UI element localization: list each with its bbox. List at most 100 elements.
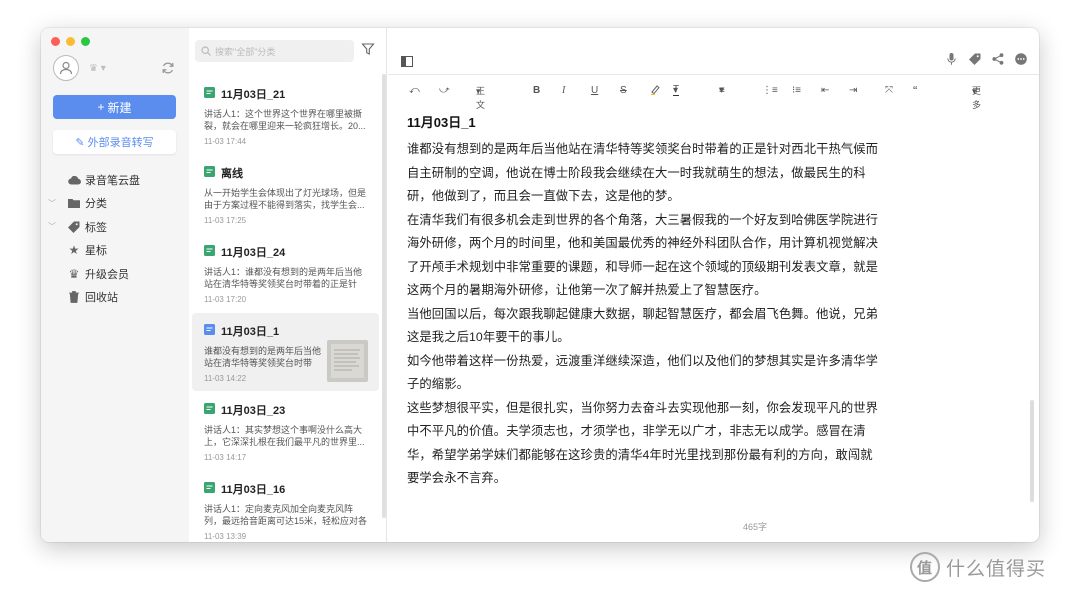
watermark-logo: 值 [910, 552, 940, 582]
note-date: 11-03 17:25 [204, 216, 247, 225]
editor-panel: ⤺ ⤻ 正文 ▾ B I U S T ▾ ≡ ▾ ⋮≡ ⁝≡ ⇤ ⇥ ⤧ “ 更多 ▾ … [388, 28, 1039, 542]
sidebar-item-tags[interactable]: ﹀ 标签 [41, 215, 189, 239]
watermark-text: 什么值得买 [946, 558, 1047, 580]
document-paragraph[interactable]: 如今他带着这样一份热爱，远渡重洋继续深造，他们以及他们的梦想其实是许多清华学子的… [407, 350, 879, 397]
editor-scrollbar[interactable] [1030, 400, 1034, 502]
note-title: 11月03日_21 [221, 89, 286, 101]
sidebar-item-trash[interactable]: 回收站 [41, 286, 189, 310]
highlight-icon[interactable] [650, 84, 661, 95]
toggle-sidebar-button[interactable] [401, 54, 413, 72]
underline-icon[interactable]: U [591, 84, 598, 98]
folder-icon [63, 198, 85, 209]
note-date: 11-03 17:20 [204, 295, 247, 304]
undo-icon[interactable]: ⤺ [409, 84, 420, 98]
document-paragraph[interactable]: 当他回国以后，每次跟我聊起健康大数据，聊起智慧医疗，都会眉飞色舞。他说，兄弟这是… [407, 303, 879, 350]
sidebar-item-star[interactable]: ★ 星标 [41, 239, 189, 263]
document-paragraph[interactable]: 这些梦想很平实，但是很扎实，当你努力去奋斗去实现他那一刻，你会发现平凡的世界中不… [407, 397, 879, 491]
sidebar: ♛ ▾ + 新建 ✎ 外部录音转写 录音笔云盘 ﹀ 分类 ﹀ 标签 ★ 星标 ♛… [41, 28, 189, 542]
quote-icon[interactable]: “ [913, 84, 917, 98]
sync-button[interactable] [161, 61, 175, 78]
note-snippet: 从一开始学生会体现出了灯光球场，但是由于方案过程不能得到落实，找学生会... [204, 188, 367, 210]
list-item-selected[interactable]: 11月03日_1 谁都没有想到的是两年后当他站在清华特等奖领奖台时带着... 1… [192, 313, 379, 391]
watermark: 值 什么值得买 [910, 552, 1046, 582]
sidebar-item-label: 分类 [85, 198, 107, 211]
user-icon [59, 61, 73, 75]
vip-dropdown[interactable]: ♛ ▾ [89, 63, 106, 74]
redo-icon[interactable]: ⤻ [439, 84, 450, 98]
note-icon [204, 403, 215, 417]
note-snippet: 讲话人1：谁都没有想到的是两年后当他站在清华特等奖领奖台时带着的正是针对... [204, 267, 363, 289]
chevron-down-icon[interactable]: ﹀ [41, 198, 63, 209]
list-item[interactable]: 11月03日_21 讲话人1：这个世界这个世界在哪里被撕裂，就会在哪里迎来一轮疯… [192, 76, 379, 154]
minimize-window-button[interactable] [66, 37, 75, 46]
note-snippet: 讲话人1：定向麦克风加全向麦克风阵列，最远拾音距离可达15米，轻松应对各种... [204, 504, 367, 526]
tag-icon[interactable] [968, 52, 981, 65]
note-icon [204, 324, 215, 338]
document-paragraph[interactable]: 谁都没有想到的是两年后当他站在清华特等奖领奖台时带着的正是针对西北干热气候而自主… [407, 138, 879, 209]
sidebar-nav: 录音笔云盘 ﹀ 分类 ﹀ 标签 ★ 星标 ♛ 升级会员 回收站 [41, 168, 189, 309]
window-controls [51, 37, 90, 46]
more-options-icon[interactable] [1014, 52, 1027, 65]
sidebar-item-label: 录音笔云盘 [85, 174, 140, 187]
crown-icon: ♛ [89, 63, 98, 74]
note-list-scrollbar[interactable] [382, 74, 386, 518]
note-icon [204, 245, 215, 259]
close-window-button[interactable] [51, 37, 60, 46]
ordered-list-icon[interactable]: ⋮≡ [762, 84, 778, 98]
sidebar-toggle-icon [401, 56, 413, 67]
outdent-icon[interactable]: ⇤ [821, 84, 829, 98]
document-paragraph[interactable]: 在清华我们有很多机会走到世界的各个角落，大三暑假我的一个好友到哈佛医学院进行海外… [407, 209, 879, 303]
list-item[interactable]: 11月03日_16 讲话人1：定向麦克风加全向麦克风阵列，最远拾音距离可达15米… [192, 471, 379, 542]
sidebar-item-label: 升级会员 [85, 268, 129, 281]
search-input[interactable]: 搜索"全部"分类 [195, 40, 354, 62]
bold-icon[interactable]: B [533, 84, 540, 98]
caret-down-icon: ▾ [673, 85, 679, 96]
indent-icon[interactable]: ⇥ [849, 84, 857, 98]
star-icon: ★ [68, 243, 80, 258]
share-icon[interactable] [991, 52, 1004, 65]
note-title: 离线 [221, 168, 243, 180]
plus-icon: + [97, 100, 105, 114]
document-title[interactable]: 11月03日_1 [407, 112, 879, 131]
external-transcribe-label: 外部录音转写 [87, 137, 154, 149]
note-icon [204, 482, 215, 496]
new-note-label: 新建 [107, 100, 132, 115]
filter-button[interactable] [361, 42, 377, 60]
app-window: ♛ ▾ + 新建 ✎ 外部录音转写 录音笔云盘 ﹀ 分类 ﹀ 标签 ★ 星标 ♛… [41, 28, 1039, 542]
note-list-panel: 搜索"全部"分类 11月03日_21 讲话人1：这个世界这个世界在哪里被撕裂，就… [189, 28, 387, 542]
list-item[interactable]: 11月03日_24 讲话人1：谁都没有想到的是两年后当他站在清华特等奖领奖台时带… [192, 234, 379, 312]
italic-icon[interactable]: I [562, 84, 565, 98]
sidebar-item-label: 星标 [85, 245, 107, 258]
list-item[interactable]: 11月03日_23 讲话人1：其实梦想这个事啊没什么高大上，它深深扎根在我们最平… [192, 392, 379, 470]
sidebar-item-label: 回收站 [85, 292, 118, 305]
formatting-toolbar: ⤺ ⤻ 正文 ▾ B I U S T ▾ ≡ ▾ ⋮≡ ⁝≡ ⇤ ⇥ ⤧ “ 更多 ▾ [409, 84, 1029, 111]
microphone-icon[interactable] [945, 52, 958, 65]
strikethrough-icon[interactable]: S [620, 84, 627, 98]
zoom-window-button[interactable] [81, 37, 90, 46]
new-note-button[interactable]: + 新建 [53, 95, 176, 119]
divider-line-icon[interactable]: ⤧ [885, 84, 893, 98]
pencil-icon: ✎ [75, 136, 85, 149]
note-title: 11月03日_16 [221, 484, 286, 496]
document-body[interactable]: 11月03日_1 谁都没有想到的是两年后当他站在清华特等奖领奖台时带着的正是针对… [407, 112, 879, 491]
chevron-down-icon[interactable]: ﹀ [41, 221, 63, 232]
note-thumbnail [327, 340, 368, 382]
sidebar-item-cloud[interactable]: 录音笔云盘 [41, 168, 189, 192]
note-date: 11-03 13:39 [204, 532, 247, 541]
sidebar-item-upgrade[interactable]: ♛ 升级会员 [41, 262, 189, 286]
external-transcribe-button[interactable]: ✎ 外部录音转写 [53, 130, 176, 154]
sidebar-item-category[interactable]: ﹀ 分类 [41, 192, 189, 216]
note-snippet: 讲话人1：这个世界这个世界在哪里被撕裂，就会在哪里迎来一轮疯狂增长。20... [204, 109, 366, 131]
filter-icon [361, 43, 375, 55]
search-icon [201, 46, 211, 56]
avatar[interactable] [53, 55, 79, 81]
bullet-list-icon[interactable]: ⁝≡ [792, 84, 801, 98]
list-item[interactable]: 离线 从一开始学生会体现出了灯光球场，但是由于方案过程不能得到落实，找学生会..… [192, 155, 379, 233]
cloud-icon [63, 175, 85, 185]
word-count: 465字 [743, 522, 768, 532]
refresh-icon [162, 62, 174, 74]
note-date: 11-03 14:17 [204, 453, 247, 462]
note-snippet: 谁都没有想到的是两年后当他站在清华特等奖领奖台时带着... [204, 346, 322, 368]
tag-icon [63, 221, 85, 233]
caret-down-icon: ▾ [972, 86, 977, 96]
